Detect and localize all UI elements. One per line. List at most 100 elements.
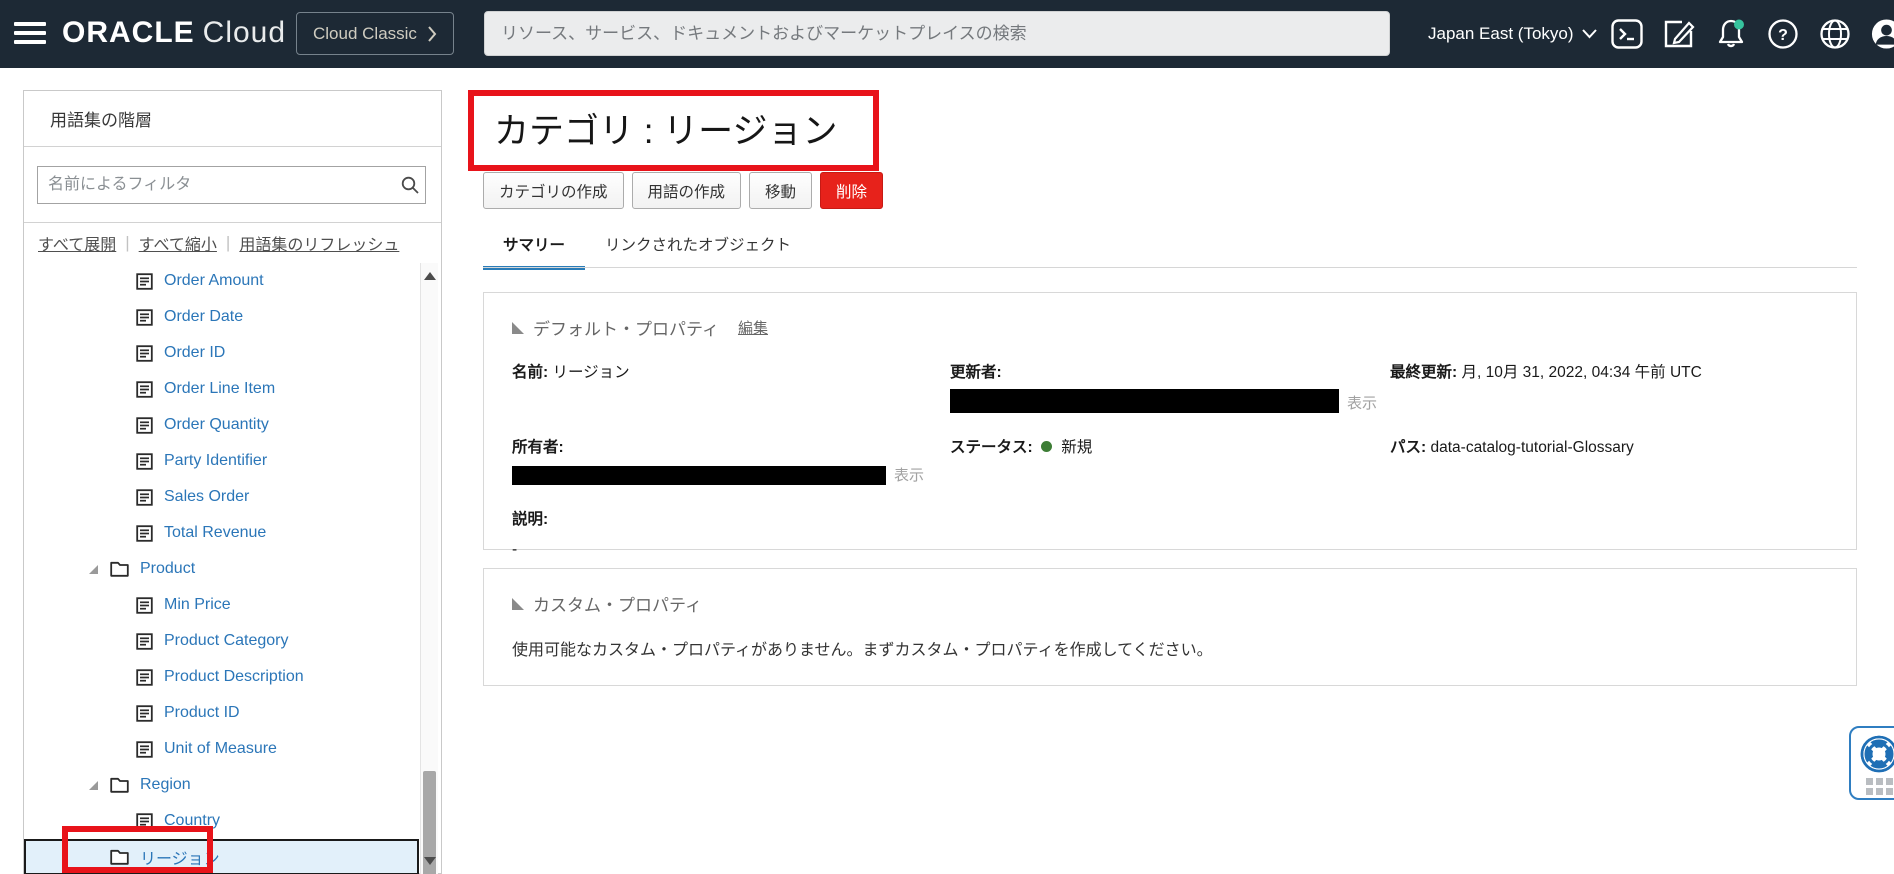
- annotation-box-page-title: カテゴリ : リージョン: [468, 90, 879, 171]
- tree-item-label: Country: [164, 812, 220, 830]
- cloud-classic-label: Cloud Classic: [313, 24, 417, 44]
- term-icon: [136, 417, 153, 434]
- brand-cloud: Cloud: [203, 16, 286, 49]
- term-icon: [136, 741, 153, 758]
- prop-updated-by: 更新者: 表示: [950, 360, 1390, 413]
- collapse-section-icon[interactable]: [512, 322, 524, 334]
- separator: |: [125, 233, 129, 253]
- tree-item-region[interactable]: Region: [24, 767, 419, 803]
- tree-item-label: Order Date: [164, 308, 243, 326]
- path-value: data-catalog-tutorial-Glossary: [1430, 439, 1633, 456]
- tree-item-product[interactable]: Product: [24, 551, 419, 587]
- avatar-icon[interactable]: [1870, 18, 1894, 51]
- collapse-section-icon[interactable]: [512, 598, 524, 610]
- folder-icon: [110, 561, 129, 577]
- custom-properties-header: カスタム・プロパティ: [533, 591, 702, 616]
- last-updated-value: 月, 10月 31, 2022, 04:34 午前 UTC: [1461, 364, 1701, 381]
- cloud-classic-button[interactable]: Cloud Classic: [296, 12, 454, 55]
- tree-item-item-16[interactable]: リージョン: [24, 839, 419, 874]
- term-icon: [136, 309, 153, 326]
- owner-show-link[interactable]: 表示: [894, 464, 924, 485]
- tree-item-label: Product: [140, 560, 195, 578]
- tree-item-label: Total Revenue: [164, 524, 266, 542]
- tree-item-order-line-item[interactable]: Order Line Item: [24, 371, 419, 407]
- chevron-down-icon: [1582, 29, 1597, 39]
- tree-item-order-id[interactable]: Order ID: [24, 335, 419, 371]
- action-buttons: カテゴリの作成用語の作成移動削除: [483, 172, 883, 209]
- region-picker[interactable]: Japan East (Tokyo): [1428, 0, 1597, 68]
- chevron-right-icon: [427, 26, 437, 42]
- term-icon: [136, 633, 153, 650]
- term-icon: [136, 381, 153, 398]
- prop-status: ステータス: 新規: [950, 435, 1390, 485]
- scroll-up-icon[interactable]: [424, 272, 436, 280]
- tree-action-0[interactable]: すべて展開: [38, 231, 116, 255]
- action-button-3[interactable]: 削除: [820, 172, 883, 209]
- tree-item-product-category[interactable]: Product Category: [24, 623, 419, 659]
- tree-item-total-revenue[interactable]: Total Revenue: [24, 515, 419, 551]
- scroll-down-icon[interactable]: [424, 857, 436, 865]
- life-ring-icon: [1859, 734, 1894, 774]
- tree-item-order-date[interactable]: Order Date: [24, 299, 419, 335]
- tree-item-order-quantity[interactable]: Order Quantity: [24, 407, 419, 443]
- show-link[interactable]: 表示: [1347, 392, 1377, 413]
- action-button-2[interactable]: 移動: [749, 172, 812, 209]
- tree-action-2[interactable]: 用語集のリフレッシュ: [239, 231, 399, 255]
- tree-item-product-id[interactable]: Product ID: [24, 695, 419, 731]
- filter-by-name-input[interactable]: [37, 166, 426, 204]
- oracle-cloud-logo[interactable]: ORACLECloud: [62, 16, 286, 50]
- term-icon: [136, 345, 153, 362]
- global-search-input[interactable]: [484, 11, 1390, 56]
- tree-item-country[interactable]: Country: [24, 803, 419, 839]
- tree-scrollbar[interactable]: [420, 263, 438, 874]
- tree-item-party-identifier[interactable]: Party Identifier: [24, 443, 419, 479]
- term-icon: [136, 669, 153, 686]
- path-label: パス:: [1390, 439, 1426, 456]
- tree-item-label: Sales Order: [164, 488, 249, 506]
- page-title: カテゴリ : リージョン: [494, 103, 837, 154]
- notifications-bell-icon[interactable]: [1714, 18, 1747, 51]
- hamburger-menu-icon[interactable]: [14, 22, 46, 46]
- tree-item-product-description[interactable]: Product Description: [24, 659, 419, 695]
- last-updated-label: 最終更新:: [1390, 364, 1457, 381]
- tree-item-order-amount[interactable]: Order Amount: [24, 263, 419, 299]
- tree-actions: すべて展開|すべて縮小|用語集のリフレッシュ: [24, 223, 441, 263]
- term-icon: [136, 489, 153, 506]
- prop-owner: 所有者: 表示: [512, 435, 950, 485]
- tree-item-sales-order[interactable]: Sales Order: [24, 479, 419, 515]
- prop-description: 説明: -: [512, 507, 950, 559]
- edit-link[interactable]: 編集: [738, 317, 768, 338]
- globe-icon[interactable]: [1818, 18, 1851, 51]
- action-button-0[interactable]: カテゴリの作成: [483, 172, 624, 209]
- description-label: 説明:: [512, 511, 548, 528]
- status-dot-icon: [1041, 441, 1052, 452]
- custom-properties-panel: カスタム・プロパティ 使用可能なカスタム・プロパティがありません。まずカスタム・…: [483, 568, 1857, 686]
- tree-action-1[interactable]: すべて縮小: [139, 231, 217, 255]
- tabs-divider: [483, 267, 1857, 268]
- brand-oracle: ORACLE: [62, 16, 195, 49]
- action-button-1[interactable]: 用語の作成: [632, 172, 742, 209]
- updated-by-label: 更新者:: [950, 364, 1002, 381]
- help-icon[interactable]: ?: [1766, 18, 1799, 51]
- folder-icon: [110, 849, 129, 865]
- term-icon: [136, 453, 153, 470]
- search-icon[interactable]: [401, 176, 419, 194]
- cloud-shell-icon[interactable]: [1610, 18, 1643, 51]
- detail-tabs: サマリーリンクされたオブジェクト: [483, 233, 811, 270]
- help-launcher[interactable]: [1849, 726, 1894, 800]
- tree-item-label: Min Price: [164, 596, 231, 614]
- tree-item-min-price[interactable]: Min Price: [24, 587, 419, 623]
- prop-last-updated: 最終更新: 月, 10月 31, 2022, 04:34 午前 UTC: [1390, 360, 1828, 413]
- tree-item-label: Order Line Item: [164, 380, 275, 398]
- tree-item-label: Party Identifier: [164, 452, 267, 470]
- tree-item-unit-of-measure[interactable]: Unit of Measure: [24, 731, 419, 767]
- tab-0[interactable]: サマリー: [483, 233, 585, 270]
- expand-toggle-icon[interactable]: [88, 780, 99, 791]
- expand-toggle-icon[interactable]: [88, 564, 99, 575]
- glossary-tree: Order Amount Order Date Order ID Order Line…: [24, 263, 441, 874]
- status-value: 新規: [1061, 439, 1092, 456]
- name-label: 名前:: [512, 364, 548, 381]
- svg-text:?: ?: [1778, 27, 1788, 44]
- tab-1[interactable]: リンクされたオブジェクト: [585, 233, 811, 270]
- edit-icon[interactable]: [1662, 18, 1695, 51]
